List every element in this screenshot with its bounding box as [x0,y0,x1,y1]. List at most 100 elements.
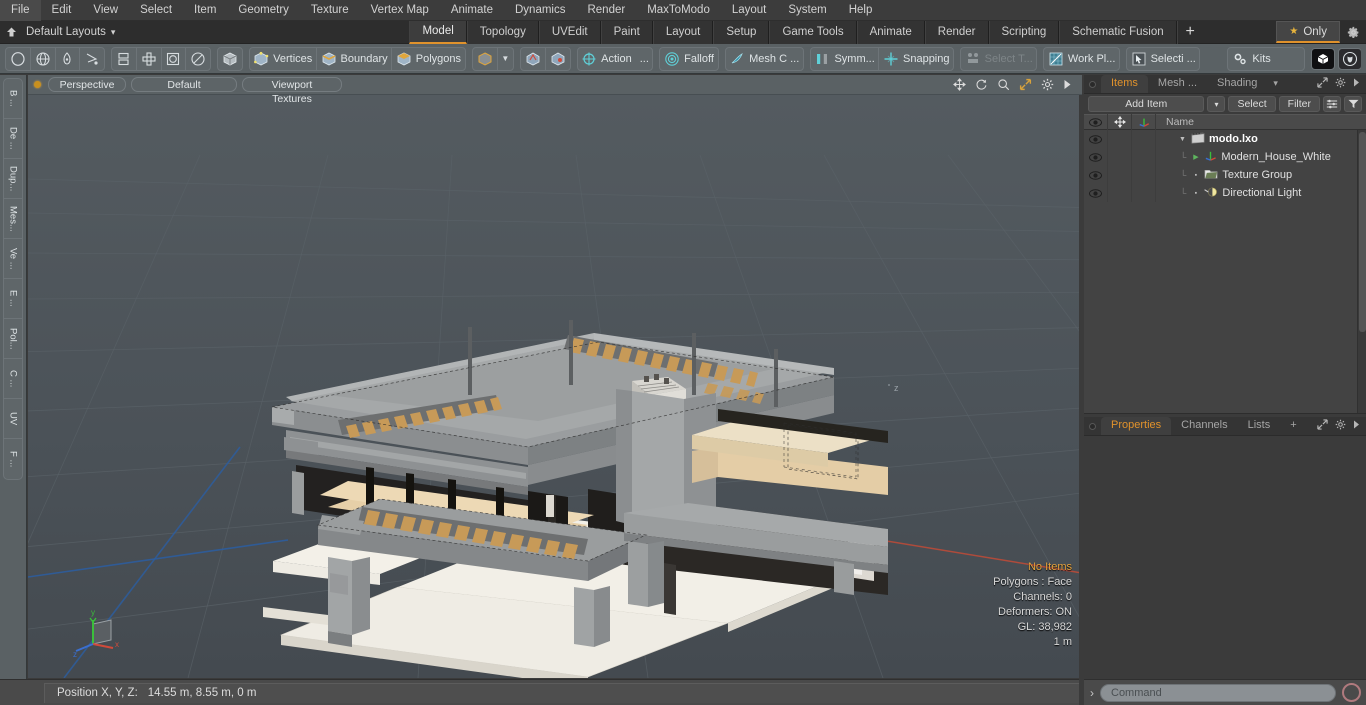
menu-item-file[interactable]: File [0,0,41,21]
tab-channels[interactable]: Channels [1171,417,1237,435]
menu-item-item[interactable]: Item [183,0,227,21]
vertices-button[interactable]: Vertices [250,48,316,70]
menu-item-view[interactable]: View [82,0,129,21]
left-tab-deform[interactable]: De ... [4,119,22,159]
add-properties-tab-button[interactable]: + [1280,417,1306,435]
command-input[interactable]: Command [1100,683,1336,702]
left-tab-vertex[interactable]: Ve ... [4,239,22,279]
viewport-canvas[interactable]: z No Items Polygons : Face Channels: 0 D… [28,95,1082,678]
tree-item-mesh[interactable]: └ ▶ Modern_House_White [1156,150,1331,165]
tab-game-tools[interactable]: Game Tools [769,20,857,44]
expander-icon[interactable]: ▼ [1178,136,1187,143]
tab-shading[interactable]: Shading [1207,75,1267,93]
eye-icon[interactable] [1084,184,1108,202]
zoom-icon[interactable] [997,78,1010,91]
tab-layout[interactable]: Layout [652,20,714,44]
expand-icon[interactable] [1317,77,1328,91]
boundary-button[interactable]: Boundary [315,47,391,70]
eye-icon[interactable] [1084,130,1108,148]
tab-schematic-fusion[interactable]: Schematic Fusion [1059,20,1177,44]
default-layouts-dropdown[interactable]: Default Layouts ▾ [22,21,123,44]
chevron-down-icon[interactable]: ▼ [496,47,513,70]
play-arrow-icon[interactable] [1353,420,1360,432]
action-center-icon[interactable]: Action ... [578,48,653,70]
menu-item-render[interactable]: Render [576,0,636,21]
lock-cell[interactable] [1108,130,1132,148]
axis-cell[interactable] [1132,130,1156,148]
unreal-engine-icon[interactable] [1337,47,1362,70]
menu-item-texture[interactable]: Texture [300,0,360,21]
play-arrow-icon[interactable] [1353,78,1360,90]
viewport-projection-dropdown[interactable]: Perspective [48,77,126,92]
kits-button[interactable]: Kits [1228,48,1303,70]
add-layout-tab-button[interactable]: + [1176,20,1203,44]
tree-item-directional-light[interactable]: └ ▪ Directional Light [1156,186,1301,201]
eye-icon[interactable] [1084,148,1108,166]
bounding-box-icon[interactable] [160,47,186,70]
filter-button[interactable]: Filter [1278,96,1320,112]
table-row[interactable]: └ ▪ Texture Group [1084,166,1366,184]
gear-icon[interactable] [1340,21,1366,44]
tab-properties[interactable]: Properties [1101,417,1172,435]
falloff-button[interactable]: Falloff [660,48,717,70]
lock-cell[interactable] [1108,184,1132,202]
pen-icon[interactable] [54,47,80,70]
tab-animate[interactable]: Animate [856,20,925,44]
add-item-dropdown[interactable]: ▾ [1207,96,1226,112]
tab-scripting[interactable]: Scripting [988,20,1060,44]
lock-cell[interactable] [1108,148,1132,166]
menu-item-vertex-map[interactable]: Vertex Map [360,0,440,21]
modo-cube-icon[interactable] [1310,47,1335,70]
items-tree[interactable]: ▼ modo.lxo └ ▶ Modern_House_White └ ▪ Te… [1084,130,1366,414]
add-item-button[interactable]: Add Item [1088,96,1205,112]
select-backface-icon[interactable] [545,47,569,70]
select-through-button[interactable]: Select T... [961,48,1036,70]
fit-icon[interactable] [1019,78,1032,91]
selection-sets-button[interactable]: Selecti ... [1127,48,1199,70]
menu-item-geometry[interactable]: Geometry [227,0,300,21]
expand-icon[interactable] [1317,419,1328,433]
menu-item-dynamics[interactable]: Dynamics [504,0,576,21]
tree-item-texture-group[interactable]: └ ▪ Texture Group [1156,168,1292,183]
left-tab-uv[interactable]: UV [4,399,22,439]
work-plane-button[interactable]: Work Pl... [1044,48,1119,70]
tab-uvedit[interactable]: UVEdit [538,20,601,44]
panel-state-dot[interactable] [1089,80,1096,88]
tab-paint[interactable]: Paint [600,20,653,44]
items-tree-scrollbar[interactable] [1357,130,1366,413]
radial-array-icon[interactable] [135,47,161,70]
tree-item-scene[interactable]: ▼ modo.lxo [1156,131,1258,147]
left-tab-polygon[interactable]: Pol... [4,319,22,359]
cube-icon[interactable] [218,48,242,70]
lock-cell[interactable] [1108,166,1132,184]
select-button[interactable]: Select [1228,96,1276,112]
axis-icon[interactable] [1132,114,1156,130]
tab-render[interactable]: Render [924,20,989,44]
tab-items[interactable]: Items [1101,75,1148,93]
tab-setup[interactable]: Setup [713,20,770,44]
table-row[interactable]: └ ▶ Modern_House_White [1084,148,1366,166]
eye-icon[interactable] [1084,114,1108,130]
list-options-icon[interactable] [1323,96,1341,112]
scrollbar-thumb[interactable] [1359,132,1366,332]
viewport-textures-dropdown[interactable]: Viewport Textures [242,77,342,105]
tab-lists[interactable]: Lists [1238,417,1281,435]
tab-mesh-ops[interactable]: Mesh ... [1148,75,1207,93]
left-tab-basic[interactable]: B ... [4,79,22,119]
menu-item-system[interactable]: System [777,0,837,21]
polygons-button[interactable]: Polygons [391,47,464,70]
gear-icon[interactable] [1041,78,1054,91]
gear-icon[interactable] [1335,419,1346,433]
curve-icon[interactable] [79,47,104,70]
record-icon[interactable] [1342,683,1361,702]
viewport-style-dropdown[interactable]: Default [131,77,237,92]
axis-cell[interactable] [1132,148,1156,166]
left-tab-edge[interactable]: E ... [4,279,22,319]
ellipse-icon[interactable] [185,47,210,70]
3d-viewport[interactable]: Perspective Default Viewport Textures z … [28,75,1082,678]
eye-icon[interactable] [1084,166,1108,184]
circle-icon[interactable] [6,48,30,70]
tab-topology[interactable]: Topology [466,20,539,44]
snapping-button[interactable]: Snapping [878,47,953,70]
funnel-icon[interactable] [1344,96,1362,112]
